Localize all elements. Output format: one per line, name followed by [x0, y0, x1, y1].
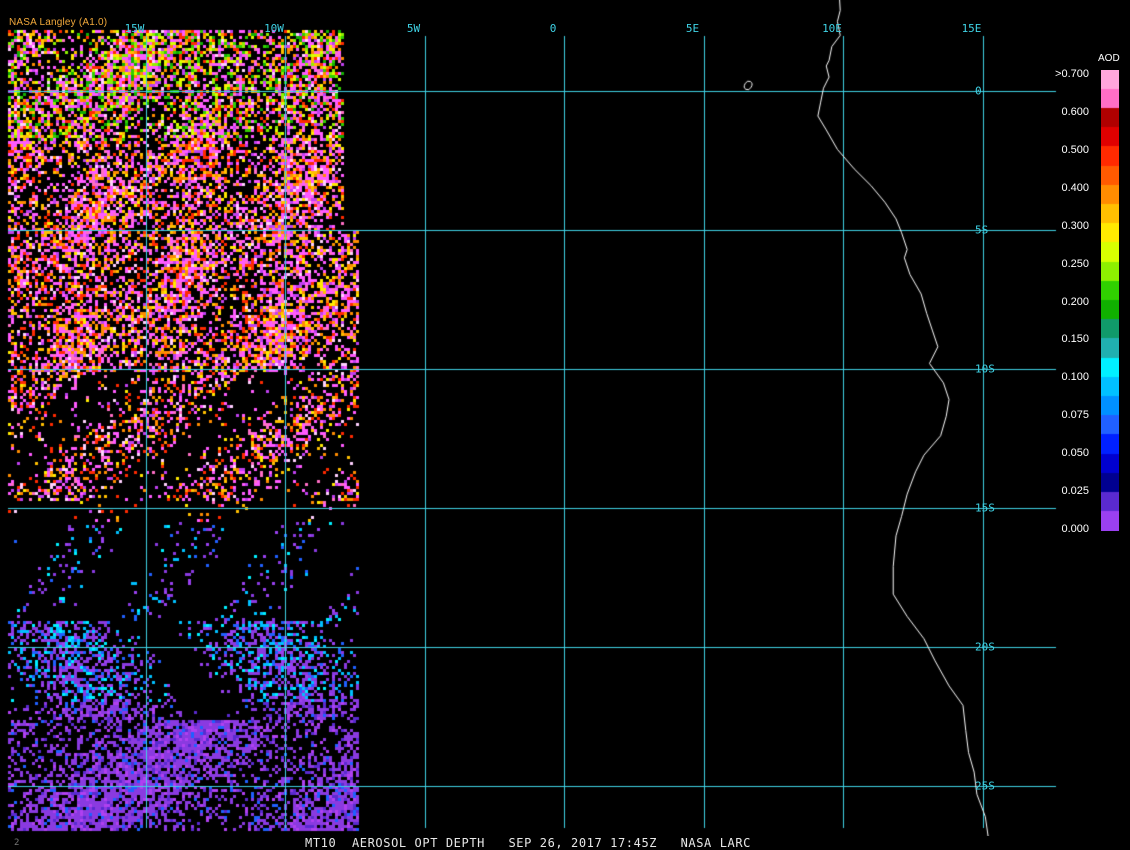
- legend-tick-label: 0.050: [1061, 447, 1089, 460]
- longitude-label: 10E: [822, 22, 842, 35]
- longitude-label: 5W: [406, 22, 421, 35]
- legend-tick-label: 0.250: [1061, 257, 1089, 270]
- aod-map-canvas: [0, 0, 1130, 850]
- longitude-label: 15E: [961, 22, 982, 35]
- corner-mark: 2: [14, 838, 20, 848]
- legend-tick-label: 0.075: [1061, 409, 1089, 422]
- legend-tick-label: 0.000: [1061, 523, 1089, 535]
- longitude-label: 5E: [685, 22, 700, 35]
- longitude-label: 0: [549, 22, 557, 35]
- latitude-label: 20S: [975, 640, 995, 654]
- legend-colorbar: [1101, 70, 1119, 531]
- latitude-label: 5S: [975, 223, 989, 237]
- legend-tick-label: 0.300: [1061, 219, 1089, 232]
- latitude-label: 10S: [975, 362, 995, 376]
- legend-tick-label: >0.700: [1055, 68, 1089, 80]
- legend-tick-label: 0.100: [1061, 371, 1089, 384]
- latitude-label: 15S: [975, 501, 995, 515]
- legend-tick-label: 0.500: [1061, 143, 1089, 156]
- legend-tick-label: 0.150: [1061, 333, 1089, 346]
- latitude-label: 0: [975, 84, 982, 98]
- legend-tick-label: 0.600: [1061, 105, 1089, 118]
- map-viewer: NASA Langley (A1.0) 15W 10W 5W 0 5E 10E 15E 0 5…: [0, 0, 1130, 850]
- legend-tick-label: 0.025: [1061, 485, 1089, 498]
- latitude-label: 25S: [975, 779, 995, 793]
- longitude-label: 10W: [264, 22, 284, 35]
- longitude-label: 15W: [124, 22, 145, 35]
- legend-tick-label: 0.200: [1061, 295, 1089, 308]
- legend-tick-label: 0.400: [1061, 181, 1089, 194]
- footer-caption: MT10 AEROSOL OPT DEPTH SEP 26, 2017 17:4…: [305, 836, 752, 850]
- legend-title: AOD: [1098, 53, 1120, 64]
- credit-label: NASA Langley (A1.0): [9, 17, 108, 28]
